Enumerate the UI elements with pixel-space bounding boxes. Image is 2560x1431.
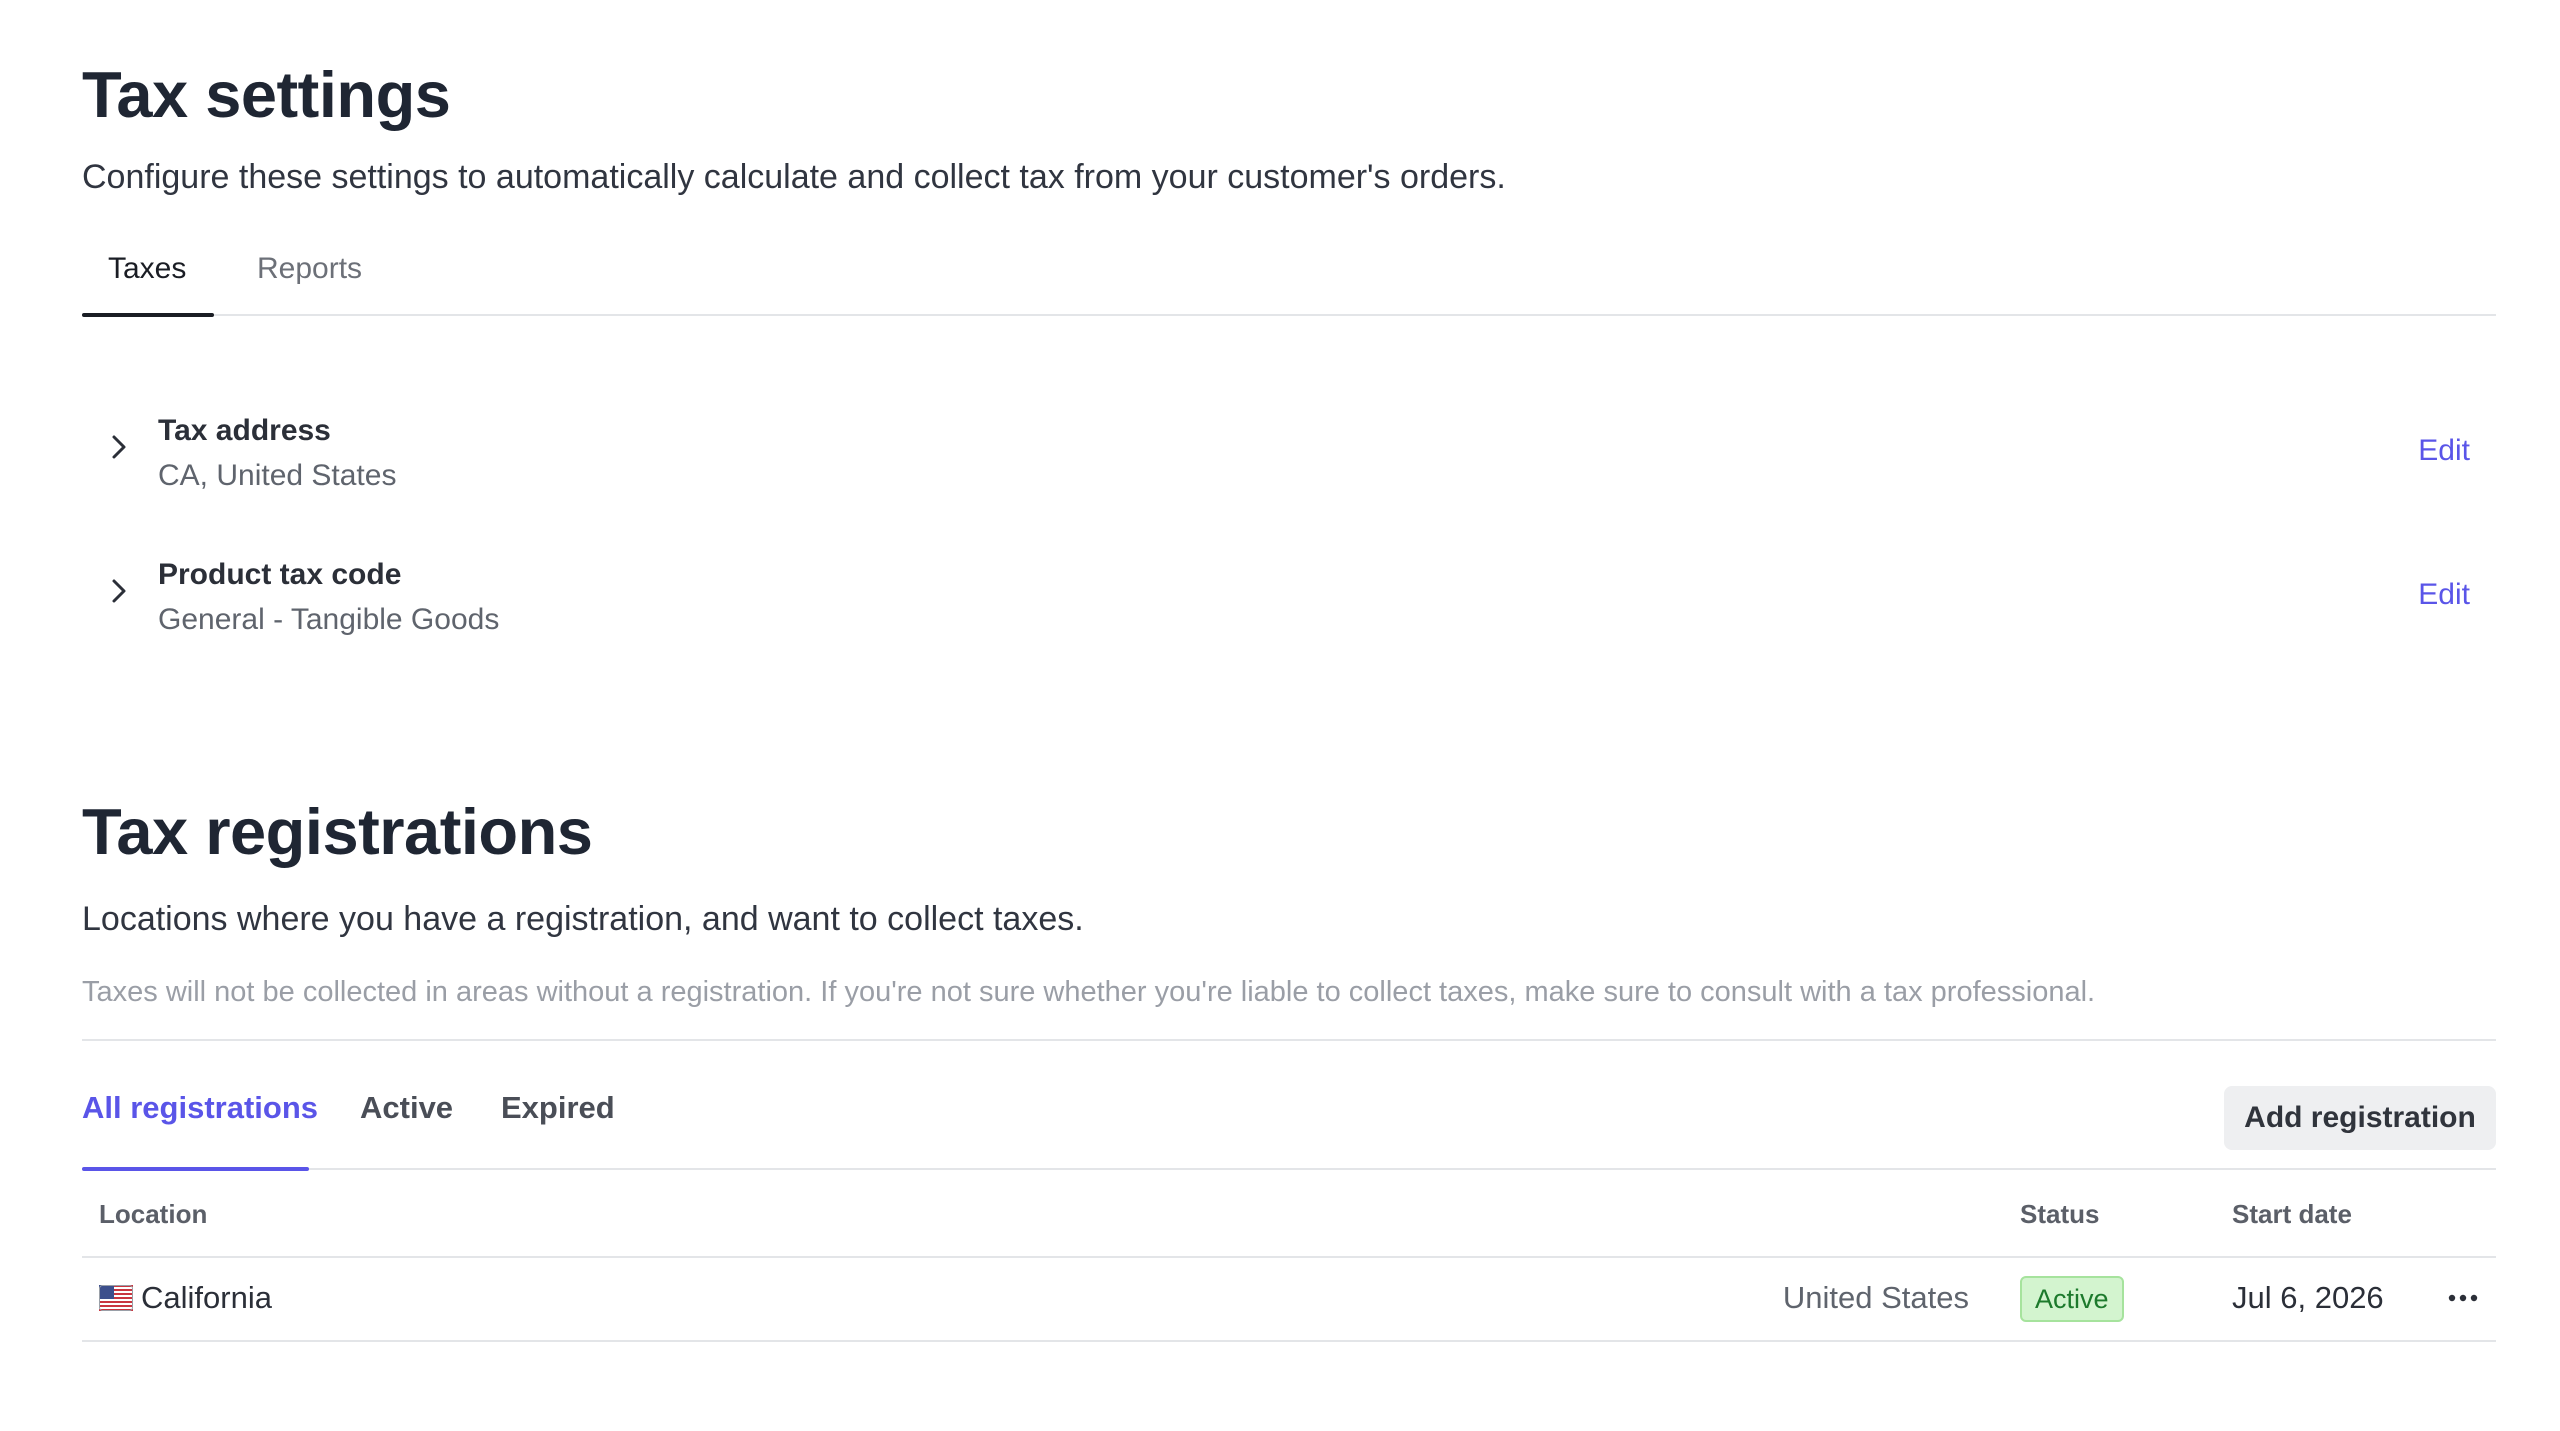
page-title: Tax settings (82, 58, 451, 131)
country-cell: United States (1782, 1280, 1969, 1315)
start-date-cell: Jul 6, 2026 (2232, 1280, 2384, 1315)
registrations-tabs: All registrations Active Expired Add reg… (82, 1068, 2496, 1171)
active-tab-indicator (82, 313, 214, 317)
column-header-status: Status (2020, 1199, 2100, 1229)
tab-reports[interactable]: Reports (257, 252, 362, 286)
product-tax-code-value: General - Tangible Goods (158, 603, 500, 636)
add-registration-button[interactable]: Add registration (2224, 1086, 2496, 1150)
us-flag-icon (99, 1285, 133, 1311)
column-header-start-date: Start date (2232, 1199, 2352, 1229)
tab-taxes[interactable]: Taxes (108, 252, 186, 286)
status-badge: Active (2020, 1276, 2124, 1322)
column-header-location: Location (99, 1199, 208, 1229)
tab-expired[interactable]: Expired (501, 1090, 615, 1126)
table-header: Location Status Start date (82, 1172, 2496, 1258)
location-cell: California (141, 1280, 272, 1315)
settings-tabs: Taxes Reports (82, 228, 2496, 317)
table-row[interactable]: California United States Active Jul 6, 2… (82, 1258, 2496, 1342)
active-tab-indicator (82, 1167, 309, 1171)
registrations-note: Taxes will not be collected in areas wit… (82, 976, 2096, 1008)
page-subtitle: Configure these settings to automaticall… (82, 158, 1506, 196)
tab-active[interactable]: Active (360, 1090, 453, 1126)
tax-address-value: CA, United States (158, 459, 397, 492)
edit-product-tax-code-link[interactable]: Edit (2418, 578, 2470, 612)
tab-all-registrations[interactable]: All registrations (82, 1090, 318, 1126)
divider (82, 1039, 2496, 1041)
product-tax-code-label: Product tax code (158, 558, 402, 591)
more-horizontal-icon[interactable] (2446, 1286, 2480, 1310)
registrations-subtitle: Locations where you have a registration,… (82, 900, 1084, 938)
edit-tax-address-link[interactable]: Edit (2418, 434, 2470, 468)
chevron-right-icon[interactable] (104, 432, 134, 462)
registrations-title: Tax registrations (82, 795, 593, 868)
product-tax-code-row[interactable]: Product tax code General - Tangible Good… (82, 542, 2496, 652)
tax-address-row[interactable]: Tax address CA, United States Edit (82, 398, 2496, 508)
chevron-right-icon[interactable] (104, 576, 134, 606)
tax-address-label: Tax address (158, 414, 331, 447)
